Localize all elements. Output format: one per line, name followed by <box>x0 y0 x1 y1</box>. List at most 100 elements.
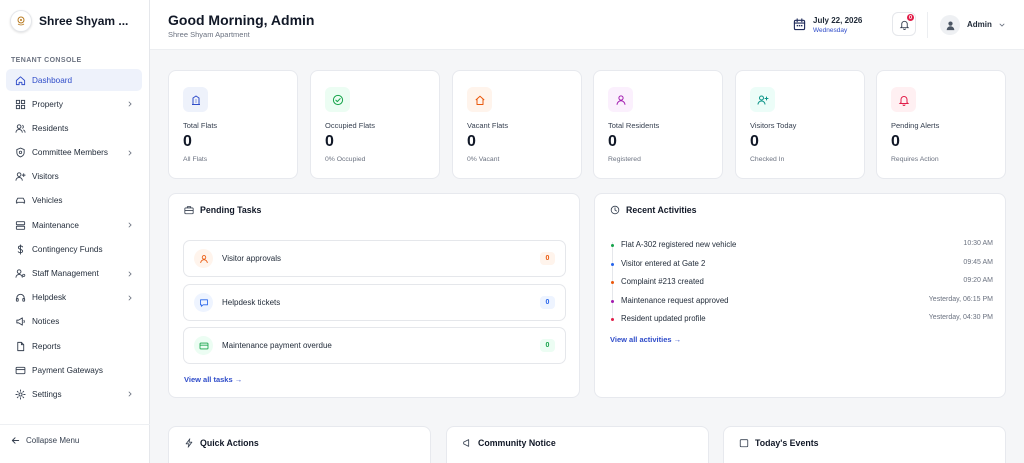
sidebar-item-label: Notices <box>32 317 60 327</box>
users-icon <box>15 124 26 133</box>
section-label: TENANT CONSOLE <box>11 57 82 64</box>
activity-time: 10:30 AM <box>963 240 993 247</box>
megaphone-icon <box>463 439 470 447</box>
stat-card-total-residents[interactable]: Total Residents 0 Registered <box>593 70 723 179</box>
page-title: Good Morning, Admin <box>168 12 315 28</box>
stat-label: Pending Alerts <box>891 121 940 130</box>
sidebar-item-settings[interactable]: Settings <box>6 383 142 405</box>
sidebar-item-reports[interactable]: Reports <box>6 335 142 357</box>
chevron-right-icon <box>128 295 132 301</box>
stat-icon-wrap <box>608 87 633 112</box>
chevron-right-icon <box>128 150 132 156</box>
stat-card-total-flats[interactable]: Total Flats 0 All Flats <box>168 70 298 179</box>
task-row[interactable]: Maintenance payment overdue 0 <box>183 327 566 364</box>
sidebar-item-payment-gateways[interactable]: Payment Gateways <box>6 359 142 381</box>
sidebar-item-visitors[interactable]: Visitors <box>6 166 142 188</box>
task-count-badge: 0 <box>540 252 555 265</box>
sidebar-item-label: Staff Management <box>32 269 99 278</box>
building-icon <box>191 95 200 105</box>
view-all-activities-link[interactable]: View all activities → <box>610 335 681 344</box>
avatar[interactable] <box>940 15 960 35</box>
collapse-menu-button[interactable]: Collapse Menu <box>11 436 79 445</box>
activity-item: Visitor entered at Gate 2 09:45 AM <box>610 259 993 271</box>
activity-dot <box>611 244 614 247</box>
stat-card-pending-alerts[interactable]: Pending Alerts 0 Requires Action <box>876 70 1006 179</box>
recent-activities-title-text: Recent Activities <box>626 205 697 215</box>
pending-tasks-title: Pending Tasks <box>184 205 261 215</box>
stat-label: Occupied Flats <box>325 121 376 130</box>
brand-name: Shree Shyam ... <box>39 14 129 28</box>
sidebar-item-label: Dashboard <box>32 75 73 85</box>
task-row[interactable]: Visitor approvals 0 <box>183 240 566 277</box>
sidebar-item-label: Property <box>32 99 63 109</box>
alert-bell-icon <box>898 95 909 106</box>
pending-tasks-panel: Pending Tasks Visitor approvals 0 Helpde… <box>168 193 580 398</box>
quick-actions-title: Quick Actions <box>184 438 259 448</box>
user-icon <box>616 94 625 105</box>
stat-card-occupied-flats[interactable]: Occupied Flats 0 0% Occupied <box>310 70 440 179</box>
brand[interactable]: Shree Shyam ... <box>10 10 128 32</box>
sidebar-item-contingency-funds[interactable]: Contingency Funds <box>6 238 142 260</box>
user-name[interactable]: Admin <box>967 20 992 29</box>
sidebar-item-label: Maintenance <box>32 220 79 230</box>
sidebar-item-committee-members[interactable]: Committee Members <box>6 142 142 164</box>
activity-dot <box>611 318 614 321</box>
task-count-badge: 0 <box>540 296 555 309</box>
user-plus-icon <box>15 172 26 181</box>
stat-label: Total Residents <box>608 121 660 130</box>
activity-dot <box>611 281 614 284</box>
stat-caption: Registered <box>608 156 641 163</box>
task-row[interactable]: Helpdesk tickets 0 <box>183 284 566 321</box>
chevron-right-icon <box>128 101 132 107</box>
user-plus-icon <box>757 95 768 105</box>
activity-time: 09:45 AM <box>963 259 993 266</box>
divider <box>927 12 928 38</box>
user-icon <box>946 21 954 30</box>
community-notice-title-text: Community Notice <box>478 438 556 448</box>
sidebar-item-label: Settings <box>32 389 62 399</box>
dollar-icon <box>17 244 24 255</box>
stat-caption: Requires Action <box>891 156 939 163</box>
task-icon-wrap <box>194 336 213 355</box>
stat-card-visitors-today[interactable]: Visitors Today 0 Checked In <box>735 70 865 179</box>
sidebar-item-property[interactable]: Property <box>6 93 142 115</box>
sidebar-item-vehicles[interactable]: Vehicles <box>6 190 142 212</box>
users-gear-icon <box>15 269 26 278</box>
server-icon <box>15 220 26 230</box>
briefcase-icon <box>184 206 194 215</box>
sidebar-item-label: Helpdesk <box>32 293 67 303</box>
notification-badge: 0 <box>906 13 915 22</box>
community-notice-title: Community Notice <box>462 438 556 448</box>
stat-value: 0 <box>891 133 900 150</box>
stat-icon-wrap <box>891 87 916 112</box>
headphones-icon <box>15 294 26 302</box>
sidebar-item-residents[interactable]: Residents <box>6 117 142 139</box>
chevron-down-icon[interactable] <box>998 21 1006 29</box>
chat-icon <box>199 298 208 307</box>
activity-item: Complaint #213 created 09:20 AM <box>610 277 993 289</box>
activity-text: Resident updated profile <box>621 314 706 323</box>
brand-logo <box>10 10 32 32</box>
todays-events-panel: Today's Events <box>723 426 1006 463</box>
todays-events-title-text: Today's Events <box>755 438 819 448</box>
view-all-tasks-link[interactable]: View all tasks → <box>184 375 242 384</box>
sidebar-item-label: Residents <box>32 123 69 133</box>
page-subtitle: Shree Shyam Apartment <box>168 30 250 39</box>
sidebar-item-staff-management[interactable]: Staff Management <box>6 263 142 285</box>
activity-text: Maintenance request approved <box>621 296 729 305</box>
chevron-right-icon <box>128 222 132 228</box>
megaphone-icon <box>16 317 25 326</box>
recent-activities-panel: Recent Activities Flat A-302 registered … <box>594 193 1006 398</box>
file-icon <box>17 341 25 351</box>
sidebar-item-notices[interactable]: Notices <box>6 311 142 333</box>
sidebar-item-maintenance[interactable]: Maintenance <box>6 214 142 236</box>
stat-card-vacant-flats[interactable]: Vacant Flats 0 0% Vacant <box>452 70 582 179</box>
activity-text: Complaint #213 created <box>621 277 704 286</box>
todays-events-title: Today's Events <box>739 438 819 448</box>
sidebar-item-dashboard[interactable]: Dashboard <box>6 69 142 91</box>
stat-icon-wrap <box>467 87 492 112</box>
header: Good Morning, Admin Shree Shyam Apartmen… <box>150 0 1024 50</box>
sidebar: Shree Shyam ... TENANT CONSOLE Dashboard… <box>0 0 150 463</box>
sidebar-item-helpdesk[interactable]: Helpdesk <box>6 287 142 309</box>
quick-actions-panel: Quick Actions <box>168 426 431 463</box>
